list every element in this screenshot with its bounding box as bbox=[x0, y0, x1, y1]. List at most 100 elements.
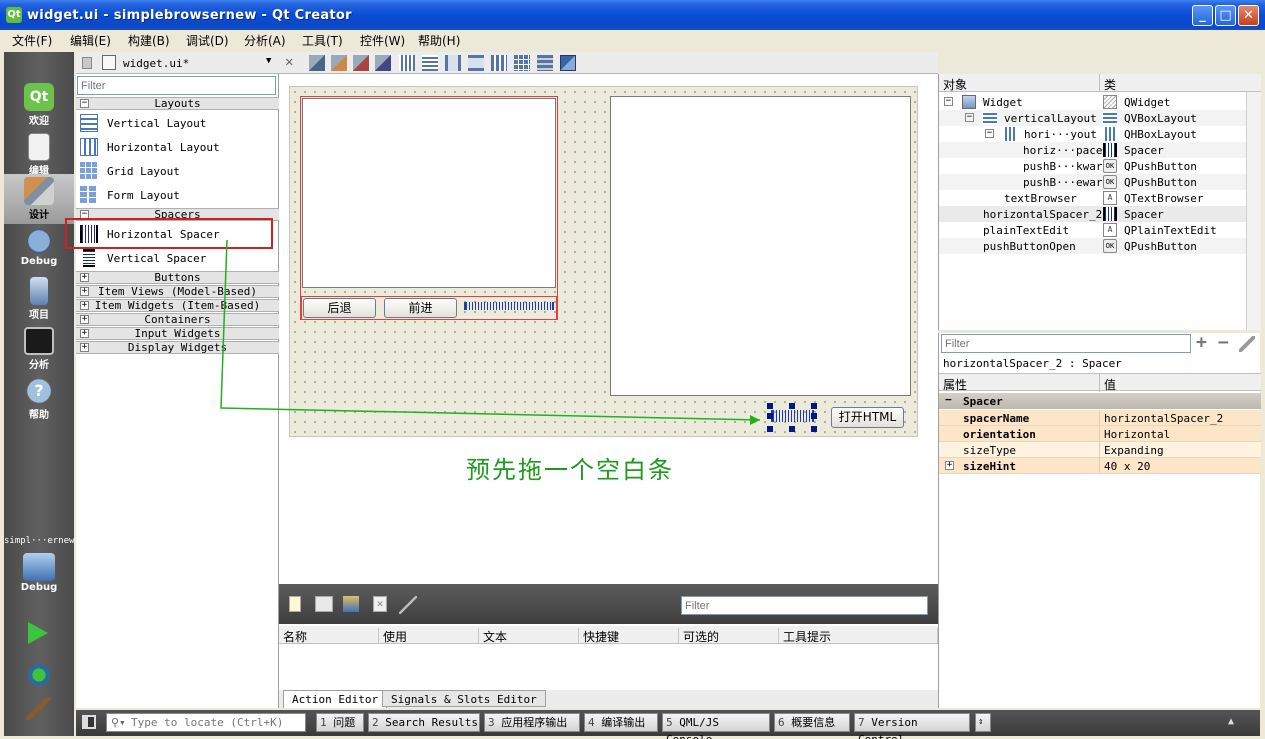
object-class: QPushButton bbox=[1124, 160, 1197, 173]
column-divider bbox=[1099, 426, 1100, 442]
annotation-text: 预先拖一个空白条 bbox=[466, 456, 674, 484]
column-text[interactable]: 文本 bbox=[479, 628, 579, 644]
collapse-icon[interactable]: − bbox=[965, 113, 974, 122]
pane-application-output[interactable]: 3 应用程序输出 bbox=[484, 713, 580, 732]
object-name: verticalLayout bbox=[1004, 112, 1097, 125]
property-value[interactable]: horizontalSpacer_2 bbox=[1104, 412, 1223, 425]
property-filter-input[interactable] bbox=[941, 334, 1191, 353]
pane-version-control[interactable]: 7 Version Control bbox=[854, 713, 970, 739]
pane-general-messages[interactable]: 6 概要信息 bbox=[774, 713, 850, 732]
qvboxlayout-class-icon bbox=[1103, 111, 1117, 125]
object-name: plainTextEdit bbox=[983, 224, 1070, 237]
object-class: Spacer bbox=[1124, 144, 1164, 157]
object-class: QWidget bbox=[1124, 96, 1171, 109]
pane-compile-output[interactable]: 4 编译输出 bbox=[584, 713, 658, 732]
property-value[interactable]: Horizontal bbox=[1104, 428, 1170, 441]
column-checkable[interactable]: 可选的 bbox=[679, 628, 779, 644]
property-row-size-hint[interactable]: + sizeHint 40 x 20 bbox=[939, 458, 1261, 474]
tree-row-widget[interactable]: − Widget QWidget bbox=[939, 94, 1246, 110]
action-editor-table: 名称 使用 文本 快捷键 可选的 工具提示 bbox=[279, 624, 938, 690]
vertical-layout-icon bbox=[983, 111, 997, 125]
pane-number: 1 bbox=[320, 716, 327, 729]
collapse-icon[interactable]: − bbox=[945, 393, 952, 406]
object-inspector: 对象 类 − Widget QWidget − verticalLayout Q… bbox=[938, 74, 1261, 330]
tree-row-horizontal-layout[interactable]: − hori···yout QHBoxLayout bbox=[939, 126, 1246, 142]
property-row-orientation[interactable]: orientation Horizontal bbox=[939, 426, 1261, 442]
object-name: Widget bbox=[983, 96, 1023, 109]
property-value[interactable]: 40 x 20 bbox=[1104, 460, 1150, 473]
qwidget-class-icon bbox=[1103, 95, 1117, 109]
delete-action-icon[interactable]: ✕ bbox=[373, 596, 387, 612]
property-row-spacer-name[interactable]: spacerName horizontalSpacer_2 bbox=[939, 410, 1261, 426]
search-icon: ⚲▾ bbox=[111, 716, 126, 729]
pane-issues[interactable]: 1 问题 bbox=[316, 713, 364, 732]
column-value[interactable]: 值 bbox=[1099, 374, 1116, 392]
column-property[interactable]: 属性 bbox=[943, 376, 967, 393]
object-name: hori···yout bbox=[1024, 128, 1097, 141]
group-label: Spacer bbox=[963, 395, 1003, 408]
tree-row-horizontal-spacer[interactable]: horiz···pacer Spacer bbox=[939, 142, 1246, 158]
column-tooltip[interactable]: 工具提示 bbox=[779, 628, 938, 644]
configure-properties-icon[interactable] bbox=[1239, 336, 1255, 352]
collapse-icon[interactable]: − bbox=[944, 97, 953, 106]
pane-number: 4 bbox=[588, 716, 595, 729]
pane-number: 5 bbox=[666, 716, 673, 729]
copy-action-icon[interactable] bbox=[315, 596, 333, 612]
column-divider bbox=[1099, 458, 1100, 474]
tab-action-editor[interactable]: Action Editor bbox=[283, 690, 388, 708]
tree-row-vertical-layout[interactable]: − verticalLayout QVBoxLayout bbox=[939, 110, 1246, 126]
tree-row-push-forward[interactable]: pushB···eward OK QPushButton bbox=[939, 174, 1246, 190]
toggle-sidebar-icon[interactable] bbox=[82, 715, 96, 729]
pane-number: 2 bbox=[372, 716, 379, 729]
pane-label: Search Results bbox=[385, 716, 478, 729]
property-editor: + − horizontalSpacer_2 : Spacer 属性 值 − S… bbox=[938, 333, 1261, 708]
paste-action-icon[interactable] bbox=[343, 596, 359, 612]
locator-input[interactable] bbox=[131, 715, 301, 730]
column-name[interactable]: 名称 bbox=[279, 628, 379, 644]
property-name: sizeHint bbox=[963, 460, 1016, 473]
column-used[interactable]: 使用 bbox=[379, 628, 479, 644]
property-table-header: 属性 值 bbox=[939, 373, 1261, 393]
tab-signals-slots-editor[interactable]: Signals & Slots Editor bbox=[382, 690, 546, 707]
pane-label: 应用程序输出 bbox=[501, 716, 568, 729]
column-object[interactable]: 对象 bbox=[943, 76, 967, 93]
property-value[interactable]: Expanding bbox=[1104, 444, 1164, 457]
remove-property-icon[interactable]: − bbox=[1218, 334, 1229, 352]
add-property-icon[interactable]: + bbox=[1196, 334, 1207, 352]
tree-row-push-button-open[interactable]: pushButtonOpen OK QPushButton bbox=[939, 238, 1246, 254]
property-subject: horizontalSpacer_2 : Spacer bbox=[943, 357, 1122, 370]
pane-qml-console[interactable]: 5 QML/JS Console bbox=[662, 713, 770, 739]
spacer-class-icon bbox=[1103, 143, 1117, 157]
pane-search-results[interactable]: 2 Search Results bbox=[368, 713, 480, 732]
property-name: spacerName bbox=[963, 412, 1030, 425]
maximize-pane-icon[interactable]: ▲ bbox=[1228, 716, 1234, 727]
action-filter-input[interactable] bbox=[681, 596, 928, 615]
column-class[interactable]: 类 bbox=[1099, 74, 1116, 92]
locator-box[interactable]: ⚲▾ bbox=[106, 713, 306, 732]
pane-label: 概要信息 bbox=[791, 716, 836, 729]
push-button-class-icon: OK bbox=[1103, 175, 1117, 189]
object-class: QPlainTextEdit bbox=[1124, 224, 1217, 237]
new-action-icon[interactable] bbox=[289, 596, 301, 612]
tree-row-text-browser[interactable]: textBrowser A QTextBrowser bbox=[939, 190, 1246, 206]
tree-row-plain-text-edit[interactable]: plainTextEdit A QPlainTextEdit bbox=[939, 222, 1246, 238]
horizontal-layout-icon bbox=[1003, 127, 1017, 141]
tree-row-push-backward[interactable]: pushB···kward OK QPushButton bbox=[939, 158, 1246, 174]
tree-row-horizontal-spacer-2[interactable]: horizontalSpacer_2 Spacer bbox=[939, 206, 1246, 222]
object-name: pushButtonOpen bbox=[983, 240, 1076, 253]
configure-icon[interactable] bbox=[399, 596, 417, 614]
property-group-spacer[interactable]: − Spacer bbox=[939, 393, 1261, 409]
plain-text-edit-class-icon: A bbox=[1103, 223, 1117, 237]
expand-icon[interactable]: + bbox=[945, 461, 954, 470]
pane-label: 问题 bbox=[333, 716, 356, 729]
column-shortcut[interactable]: 快捷键 bbox=[579, 628, 679, 644]
object-name: pushB···kward bbox=[1023, 160, 1110, 173]
property-row-size-type[interactable]: sizeType Expanding bbox=[939, 442, 1261, 458]
pane-menu-arrows-icon[interactable]: ⇕ bbox=[975, 713, 991, 732]
text-browser-class-icon: A bbox=[1103, 191, 1117, 205]
object-name: horiz···pacer bbox=[1023, 144, 1110, 157]
collapse-icon[interactable]: − bbox=[985, 129, 994, 138]
scrollbar[interactable] bbox=[1246, 92, 1261, 330]
action-editor-toolbar: ✕ bbox=[279, 584, 938, 624]
object-class: QPushButton bbox=[1124, 240, 1197, 253]
